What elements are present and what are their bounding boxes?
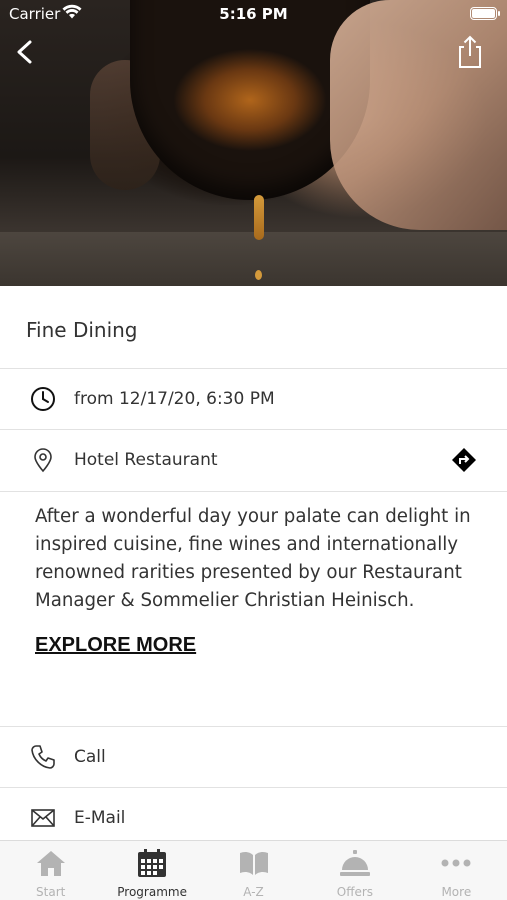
hero-drop [255, 270, 262, 280]
event-location: Hotel Restaurant [74, 450, 218, 470]
battery-icon [470, 7, 500, 20]
tab-label: Programme [117, 885, 187, 899]
hero-drip [254, 195, 264, 240]
share-button[interactable] [455, 34, 485, 70]
event-title: Fine Dining [26, 318, 138, 342]
clock: 5:16 PM [219, 5, 288, 23]
tab-programme[interactable]: Programme [101, 841, 202, 900]
tab-label: Start [36, 885, 66, 899]
directions-icon [452, 448, 476, 472]
call-label: Call [74, 747, 106, 767]
tab-label: Offers [336, 885, 374, 899]
tab-bar: Start Programme A-Z Offers More [0, 840, 507, 900]
service-bell-icon [339, 850, 370, 876]
clock-icon [30, 386, 56, 412]
email-label: E-Mail [74, 808, 126, 828]
tab-a-z[interactable]: A-Z [203, 841, 304, 900]
call-row[interactable]: Call [0, 727, 507, 787]
location-row[interactable]: Hotel Restaurant [0, 430, 507, 490]
date-row: from 12/17/20, 6:30 PM [0, 369, 507, 429]
tab-offers[interactable]: Offers [304, 841, 405, 900]
event-description: After a wonderful day your palate can de… [35, 506, 471, 611]
phone-icon [30, 744, 56, 770]
house-icon [36, 851, 65, 876]
back-button[interactable] [10, 36, 40, 68]
status-bar: Carrier 5:16 PM [0, 0, 507, 28]
explore-more-link[interactable]: EXPLORE MORE [35, 634, 196, 657]
tab-label: A-Z [243, 885, 264, 899]
event-date: from 12/17/20, 6:30 PM [74, 389, 275, 409]
directions-button[interactable] [451, 447, 477, 473]
tab-start[interactable]: Start [0, 841, 101, 900]
hero-image [0, 0, 507, 286]
share-icon [459, 35, 481, 68]
map-pin-icon [30, 447, 56, 473]
tab-more[interactable]: More [406, 841, 507, 900]
tab-label: More [441, 885, 472, 899]
more-dots-icon [441, 859, 471, 867]
book-icon [239, 851, 268, 875]
email-row[interactable]: E-Mail [0, 788, 507, 848]
envelope-icon [30, 805, 56, 831]
calendar-icon [138, 849, 167, 877]
divider [0, 491, 507, 492]
hero-table [0, 232, 507, 286]
chevron-left-icon [17, 40, 32, 64]
